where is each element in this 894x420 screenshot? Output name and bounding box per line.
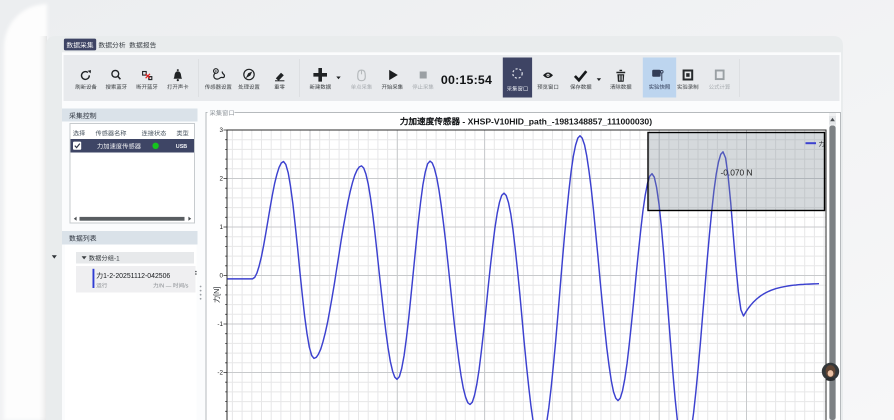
svg-text:/s: /s: [184, 283, 189, 289]
svg-text:- XHSP-V10HID_path_-1981348857: - XHSP-V10HID_path_-1981348857_111000030…: [460, 116, 652, 126]
svg-text:-1: -1: [217, 321, 223, 328]
svg-text:USB: USB: [176, 144, 187, 150]
svg-text:/N —: /N —: [159, 283, 173, 289]
svg-text:-1: -1: [114, 255, 120, 262]
svg-text:-0.070 N: -0.070 N: [720, 168, 752, 178]
svg-text:[N]: [N]: [212, 287, 221, 296]
svg-text:2: 2: [219, 176, 223, 183]
svg-text:0: 0: [219, 273, 223, 280]
svg-text:1: 1: [219, 224, 223, 231]
svg-text:1-2-20251112-042506: 1-2-20251112-042506: [103, 273, 170, 280]
svg-text:3: 3: [219, 127, 223, 134]
svg-text:-2: -2: [217, 370, 223, 377]
svg-text:00:15:54: 00:15:54: [441, 73, 492, 87]
